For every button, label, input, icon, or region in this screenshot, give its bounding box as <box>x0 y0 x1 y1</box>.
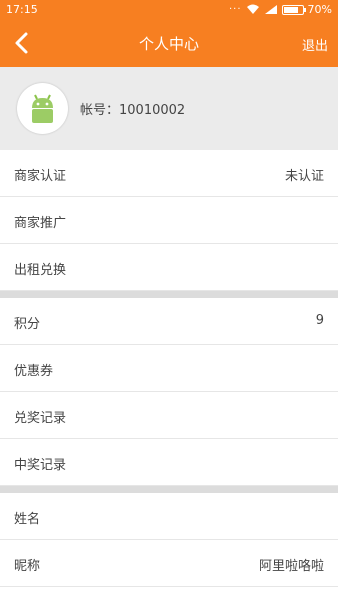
row-value: 阿里啦咯啦 <box>258 559 324 574</box>
row-merchant-promotion[interactable]: 商家推广 <box>0 197 338 244</box>
row-label: 优惠券 <box>14 364 54 379</box>
top-bar: 17:15 ··· 70% 个人中心 退出 <box>0 0 338 67</box>
row-value: 未认证 <box>284 169 324 184</box>
nav-bar: 个人中心 退出 <box>0 20 338 67</box>
row-label: 商家认证 <box>14 169 67 184</box>
status-time: 17:15 <box>6 3 38 16</box>
row-label: 昵称 <box>14 559 41 574</box>
android-icon <box>32 94 53 123</box>
status-bar: 17:15 ··· 70% <box>0 0 338 20</box>
wifi-icon <box>246 4 259 14</box>
row-label: 积分 <box>14 317 41 332</box>
status-icons: ··· 70% <box>229 3 332 16</box>
row-merchant-certification[interactable]: 商家认证 未认证 <box>0 150 338 197</box>
avatar[interactable] <box>17 83 68 134</box>
row-prize-records[interactable]: 中奖记录 <box>0 439 338 486</box>
row-rental-exchange[interactable]: 出租兑换 <box>0 244 338 291</box>
account-number: 帐号：10010002 <box>80 103 186 118</box>
battery-icon <box>281 4 306 15</box>
row-value: 9 <box>315 313 324 328</box>
battery-level <box>283 6 298 13</box>
row-points[interactable]: 积分 9 <box>0 298 338 345</box>
signal-icon <box>264 5 277 14</box>
page-title: 个人中心 <box>138 35 199 53</box>
row-redemption-records[interactable]: 兑奖记录 <box>0 392 338 439</box>
row-nickname[interactable]: 昵称 阿里啦咯啦 <box>0 540 338 587</box>
row-label: 姓名 <box>14 512 41 527</box>
section-divider <box>0 486 338 493</box>
row-label: 中奖记录 <box>14 458 67 473</box>
section-divider <box>0 291 338 298</box>
logout-button[interactable]: 退出 <box>302 35 328 54</box>
row-label: 商家推广 <box>14 216 67 231</box>
row-label: 兑奖记录 <box>14 411 67 426</box>
battery-percent: 70% <box>307 3 332 16</box>
row-label: 出租兑换 <box>14 263 67 278</box>
row-name[interactable]: 姓名 <box>0 493 338 540</box>
profile-header: 帐号：10010002 <box>0 67 338 150</box>
more-dots-icon: ··· <box>229 4 242 15</box>
row-coupons[interactable]: 优惠券 <box>0 345 338 392</box>
